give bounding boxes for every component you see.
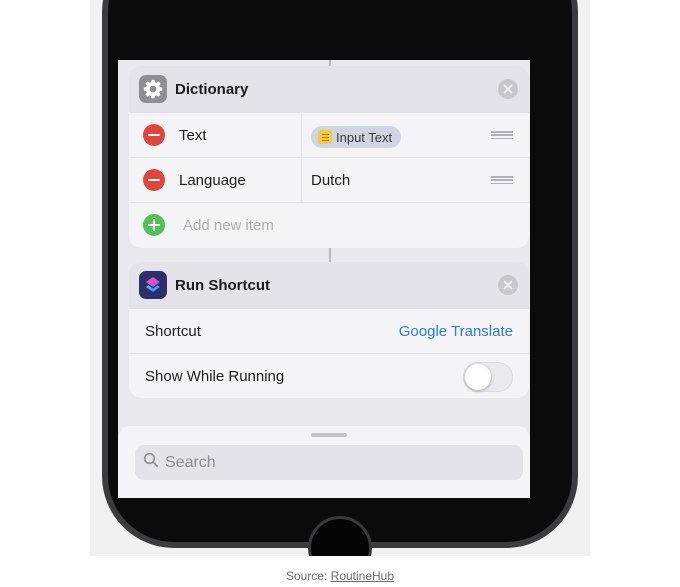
dictionary-card-title: Dictionary xyxy=(175,80,249,98)
minus-icon[interactable] xyxy=(143,124,165,146)
close-icon[interactable] xyxy=(498,79,518,99)
show-while-running-label: Show While Running xyxy=(145,367,285,385)
action-search-sheet: Search xyxy=(118,426,530,498)
image-caption: Source: RoutineHub xyxy=(0,569,680,583)
variable-icon xyxy=(318,130,332,144)
variable-pill-label: Input Text xyxy=(336,129,393,145)
shortcuts-icon xyxy=(139,271,167,299)
shortcut-row: Shortcut Google Translate xyxy=(129,308,529,353)
plus-icon[interactable] xyxy=(143,214,165,236)
sheet-grabber[interactable] xyxy=(311,433,347,437)
search-placeholder: Search xyxy=(165,453,216,471)
show-while-running-toggle[interactable] xyxy=(463,362,513,392)
drag-handle-icon[interactable] xyxy=(491,131,513,139)
run-shortcut-action-card[interactable]: Run Shortcut Shortcut Google Translate S… xyxy=(129,262,529,398)
action-connector xyxy=(329,248,331,262)
column-divider xyxy=(301,158,302,202)
add-new-item-label: Add new item xyxy=(183,216,274,234)
dictionary-key[interactable]: Text xyxy=(179,127,207,144)
dictionary-key[interactable]: Language xyxy=(179,172,246,189)
dictionary-row: Language Dutch xyxy=(129,157,529,202)
caption-prefix: Source: xyxy=(285,569,331,583)
run-shortcut-card-title: Run Shortcut xyxy=(175,276,270,294)
dictionary-row: Text Input Text xyxy=(129,112,529,157)
screenshot-frame: Dictionary Text Input Text Language Dutc… xyxy=(90,0,590,556)
close-icon[interactable] xyxy=(498,275,518,295)
toggle-knob xyxy=(465,364,491,390)
drag-handle-icon[interactable] xyxy=(491,176,513,184)
show-while-running-row: Show While Running xyxy=(129,353,529,398)
search-field[interactable]: Search xyxy=(135,445,523,480)
variable-pill[interactable]: Input Text xyxy=(311,126,402,148)
source-link[interactable]: RoutineHub xyxy=(331,569,394,583)
run-shortcut-card-header[interactable]: Run Shortcut xyxy=(129,262,529,308)
search-icon xyxy=(143,452,159,473)
column-divider xyxy=(301,113,302,157)
minus-icon[interactable] xyxy=(143,169,165,191)
phone-screen: Dictionary Text Input Text Language Dutc… xyxy=(118,60,530,498)
dictionary-value[interactable]: Dutch xyxy=(311,172,350,189)
dictionary-card-header[interactable]: Dictionary xyxy=(129,66,529,112)
gear-icon xyxy=(139,75,167,103)
dictionary-action-card[interactable]: Dictionary Text Input Text Language Dutc… xyxy=(129,66,529,248)
shortcut-value-link[interactable]: Google Translate xyxy=(399,323,513,340)
add-new-item-row[interactable]: Add new item xyxy=(129,202,529,247)
shortcut-label: Shortcut xyxy=(145,322,201,340)
